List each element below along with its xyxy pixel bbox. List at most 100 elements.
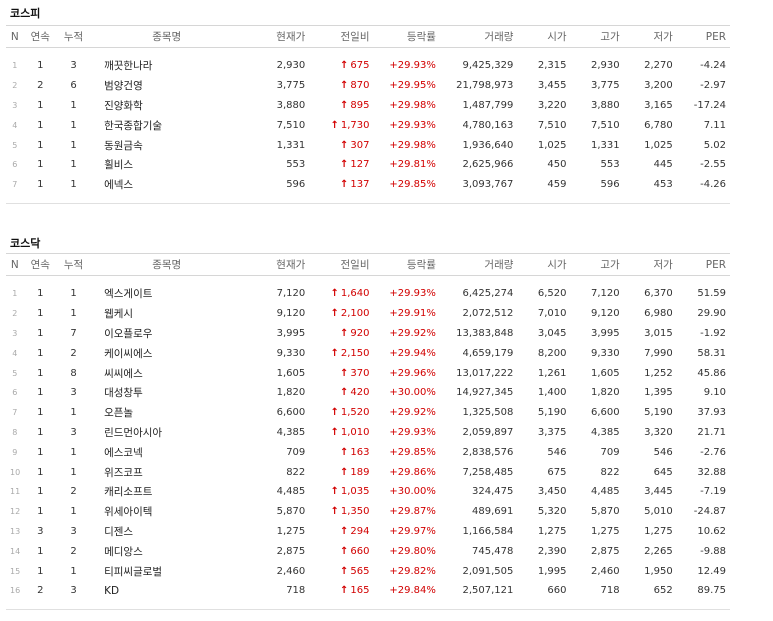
stock-name-link[interactable]: 웹케시 <box>90 304 247 324</box>
open-price: 3,375 <box>537 426 567 438</box>
consecutive-count: 1 <box>37 426 44 438</box>
per-ratio: 58.31 <box>697 347 726 359</box>
stock-name-link[interactable]: 메디앙스 <box>90 541 247 561</box>
trading-volume: 489,691 <box>472 506 514 518</box>
open-price: 5,190 <box>537 407 567 419</box>
col-open[interactable]: 시가 <box>517 253 571 276</box>
stock-name-link[interactable]: 에스코넥 <box>90 442 247 462</box>
up-arrow-icon: ↑ <box>340 159 349 171</box>
col-price[interactable]: 현재가 <box>247 253 310 276</box>
stock-name-link[interactable]: 진양화학 <box>90 96 247 116</box>
col-price[interactable]: 현재가 <box>247 25 310 48</box>
change-rate: +29.92% <box>389 327 436 339</box>
col-n[interactable]: N <box>6 25 24 48</box>
low-price: 3,445 <box>644 486 673 498</box>
table-row: 4 1 2 케이씨에스 9,330 ↑ 2,150 +29.94% 4,659,179 8,200… <box>6 343 730 363</box>
col-diff[interactable]: 전일비 <box>309 25 374 48</box>
stock-name-link[interactable]: 위세아이텍 <box>90 502 247 522</box>
change-rate: +29.92% <box>389 407 436 419</box>
col-consecutive[interactable]: 연속 <box>23 25 57 48</box>
consecutive-count: 1 <box>37 446 44 458</box>
col-diff[interactable]: 전일비 <box>309 253 374 276</box>
stock-name-link[interactable]: 휠비스 <box>90 155 247 175</box>
col-cumulative[interactable]: 누적 <box>56 253 91 276</box>
change-amount-value: 307 <box>350 139 370 151</box>
low-price: 3,200 <box>644 80 673 92</box>
current-price: 7,120 <box>276 288 306 300</box>
row-number: 9 <box>12 447 18 457</box>
trading-volume: 324,475 <box>472 486 514 498</box>
stock-name-link[interactable]: 위즈코프 <box>90 462 247 482</box>
col-per[interactable]: PER <box>676 253 730 276</box>
change-amount: ↑ 137 <box>309 174 374 204</box>
stock-name-link[interactable]: 디젠스 <box>90 522 247 542</box>
open-price: 1,025 <box>537 139 567 151</box>
col-name[interactable]: 종목명 <box>90 25 248 48</box>
row-number: 1 <box>12 61 18 71</box>
stock-name-link[interactable]: 한국종합기술 <box>90 115 247 135</box>
stock-name-link[interactable]: 엑스게이트 <box>90 276 247 304</box>
stock-name-link[interactable]: 씨씨에스 <box>90 363 247 383</box>
table-row: 2 1 1 웹케시 9,120 ↑ 2,100 +29.91% 2,072,512 7,010 9,… <box>6 304 730 324</box>
stock-name-link[interactable]: 동원금속 <box>90 135 247 155</box>
row-number: 13 <box>10 526 21 536</box>
high-price: 2,460 <box>591 565 620 577</box>
current-price: 1,820 <box>276 387 306 399</box>
stock-name-link[interactable]: KD <box>90 580 248 610</box>
per-ratio: -2.97 <box>700 80 726 92</box>
cumulative-count: 1 <box>70 407 77 419</box>
col-per[interactable]: PER <box>676 25 730 48</box>
change-amount: ↑ 1,350 <box>309 502 373 522</box>
col-rate[interactable]: 등락률 <box>373 253 440 276</box>
per-ratio: 5.02 <box>703 139 726 151</box>
change-rate: +29.95% <box>389 80 436 92</box>
per-ratio: 89.75 <box>676 580 730 610</box>
col-consecutive[interactable]: 연속 <box>23 253 57 276</box>
cumulative-count: 1 <box>70 565 77 577</box>
col-low[interactable]: 저가 <box>623 25 677 48</box>
stock-name-link[interactable]: 티피씨글로벌 <box>90 561 247 581</box>
stock-name-link[interactable]: 대성창투 <box>90 383 247 403</box>
col-volume[interactable]: 거래량 <box>439 253 518 276</box>
up-arrow-icon: ↑ <box>340 367 349 379</box>
trading-volume: 2,838,576 <box>462 446 514 458</box>
current-price: 2,875 <box>276 545 306 557</box>
cumulative-count: 3 <box>70 426 77 438</box>
up-arrow-icon: ↑ <box>330 426 339 438</box>
trading-volume: 7,258,485 <box>462 466 514 478</box>
open-price: 7,010 <box>537 308 567 320</box>
col-high[interactable]: 고가 <box>570 25 624 48</box>
trading-volume: 14,927,345 <box>456 387 514 399</box>
row-number: 4 <box>12 120 18 130</box>
stock-name-link[interactable]: 캐리소프트 <box>90 482 247 502</box>
trading-volume: 2,507,121 <box>439 580 518 610</box>
col-name[interactable]: 종목명 <box>90 253 248 276</box>
up-arrow-icon: ↑ <box>340 179 349 191</box>
cumulative-count: 3 <box>70 387 77 399</box>
col-volume[interactable]: 거래량 <box>439 25 518 48</box>
consecutive-count: 1 <box>37 387 44 399</box>
stock-name-link[interactable]: 에넥스 <box>90 174 248 204</box>
up-arrow-icon: ↑ <box>330 506 339 518</box>
stock-name-link[interactable]: 이오플로우 <box>90 324 247 344</box>
consecutive-count: 1 <box>37 545 44 557</box>
col-n[interactable]: N <box>6 253 24 276</box>
col-high[interactable]: 고가 <box>570 253 624 276</box>
current-price: 4,485 <box>276 486 306 498</box>
stock-name-link[interactable]: 범양건영 <box>90 76 247 96</box>
change-amount: ↑ 920 <box>309 324 373 344</box>
stock-name-link[interactable]: 린드먼아시아 <box>90 423 247 443</box>
up-arrow-icon: ↑ <box>340 80 349 92</box>
low-price: 445 <box>653 159 673 171</box>
col-open[interactable]: 시가 <box>517 25 571 48</box>
consecutive-count: 1 <box>37 139 44 151</box>
current-price: 596 <box>247 174 310 204</box>
col-low[interactable]: 저가 <box>623 253 677 276</box>
cumulative-count: 8 <box>70 367 77 379</box>
col-rate[interactable]: 등락률 <box>373 25 440 48</box>
col-cumulative[interactable]: 누적 <box>56 25 91 48</box>
stock-name-link[interactable]: 깨끗한나라 <box>90 48 247 76</box>
table-row: 1 1 3 깨끗한나라 2,930 ↑ 675 +29.93% 9,425,329 2,315 2,… <box>6 48 730 76</box>
stock-name-link[interactable]: 케이씨에스 <box>90 343 247 363</box>
stock-name-link[interactable]: 오픈놀 <box>90 403 247 423</box>
